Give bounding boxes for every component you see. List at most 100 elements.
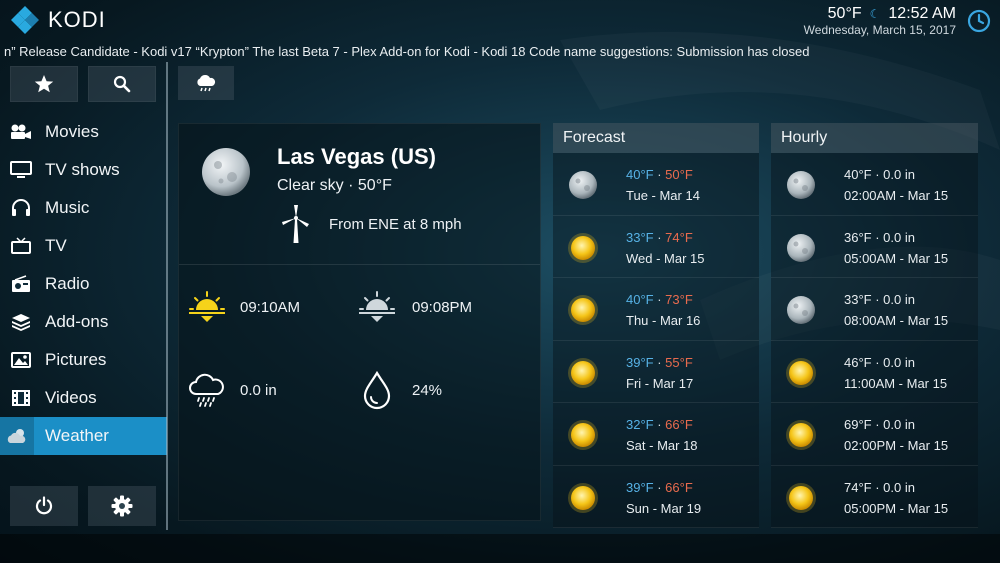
forecast-low-temp: 40°F xyxy=(626,167,654,182)
kodi-logo-icon xyxy=(11,6,39,34)
forecast-row[interactable]: 40°F · 73°F Thu - Mar 16 xyxy=(553,278,759,341)
status-temperature: 50°F xyxy=(827,5,862,22)
hourly-temp-precip: 69°F · 0.0 in xyxy=(844,417,915,432)
sidebar-item-music[interactable]: Music xyxy=(0,189,167,227)
power-icon xyxy=(35,496,53,515)
forecast-low-temp: 39°F xyxy=(626,354,654,370)
sidebar-item-radio[interactable]: Radio xyxy=(0,265,167,303)
refresh-weather-button[interactable] xyxy=(178,66,234,100)
sidebar-item-label: TV xyxy=(45,236,67,255)
tv-shows-icon xyxy=(10,160,32,180)
sidebar-item-label: Videos xyxy=(45,388,97,407)
separator: · xyxy=(653,479,666,495)
hourly-row[interactable]: 46°F · 0.0 in 11:00AM - Mar 15 xyxy=(771,341,978,403)
favourites-button[interactable] xyxy=(10,66,78,102)
weather-icon xyxy=(0,417,34,455)
sun-icon xyxy=(568,295,598,325)
current-weather-panel: Las Vegas (US) Clear sky · 50°F From ENE… xyxy=(178,123,541,521)
sun-icon xyxy=(786,357,816,388)
sidebar-item-movies[interactable]: Movies xyxy=(0,113,167,151)
addons-icon xyxy=(10,312,32,332)
moon-icon xyxy=(787,171,815,199)
hourly-temp-precip: 36°F · 0.0 in xyxy=(844,229,915,245)
forecast-high-temp: 73°F xyxy=(665,292,693,307)
panel-divider xyxy=(179,264,540,265)
hourly-row[interactable]: 33°F · 0.0 in 08:00AM - Mar 15 xyxy=(771,278,978,341)
forecast-row[interactable]: 39°F · 66°F Sun - Mar 19 xyxy=(553,466,759,528)
precipitation-value: 0.0 in xyxy=(240,382,277,399)
hourly-row[interactable]: 74°F · 0.0 in 05:00PM - Mar 15 xyxy=(771,466,978,528)
sidebar-item-tv[interactable]: TV xyxy=(0,227,167,265)
forecast-temps: 39°F · 66°F xyxy=(626,480,693,495)
hourly-time: 05:00PM - Mar 15 xyxy=(844,500,949,516)
sidebar-item-videos[interactable]: Videos xyxy=(0,379,167,417)
separator: · xyxy=(653,167,666,182)
main-menu: Movies TV shows Music TV Radio Add-ons P… xyxy=(0,113,167,455)
star-icon xyxy=(34,75,54,93)
sidebar: Movies TV shows Music TV Radio Add-ons P… xyxy=(0,62,167,532)
settings-button[interactable] xyxy=(88,486,156,526)
forecast-row[interactable]: 40°F · 50°F Tue - Mar 14 xyxy=(553,153,759,216)
forecast-high-temp: 50°F xyxy=(665,167,693,182)
kodi-logo[interactable]: KODI xyxy=(10,5,106,35)
sidebar-item-pictures[interactable]: Pictures xyxy=(0,341,167,379)
status-time: 12:52 AM xyxy=(888,5,956,22)
forecast-row[interactable]: 33°F · 74°F Wed - Mar 15 xyxy=(553,216,759,278)
forecast-high-temp: 66°F xyxy=(665,479,693,495)
forecast-header: Forecast xyxy=(553,123,759,153)
hourly-temp-precip: 46°F · 0.0 in xyxy=(844,354,915,370)
humidity-value: 24% xyxy=(412,382,443,399)
sunrise-time: 09:10AM xyxy=(240,299,301,316)
forecast-low-temp: 40°F xyxy=(626,292,654,307)
sidebar-item-weather[interactable]: Weather xyxy=(0,417,167,455)
forecast-row[interactable]: 39°F · 55°F Fri - Mar 17 xyxy=(553,341,759,403)
forecast-row[interactable]: 32°F · 66°F Sat - Mar 18 xyxy=(553,403,759,466)
sidebar-item-label: Pictures xyxy=(45,350,107,369)
videos-icon xyxy=(10,388,32,408)
sidebar-item-label: Add-ons xyxy=(45,312,109,331)
sidebar-item-label: Music xyxy=(45,198,90,217)
separator: · xyxy=(653,229,666,245)
forecast-day: Tue - Mar 14 xyxy=(626,188,700,203)
news-ticker: n” Release Candidate - Kodi v17 “Krypton… xyxy=(4,44,810,59)
hourly-time: 05:00AM - Mar 15 xyxy=(844,250,949,266)
gear-icon xyxy=(111,495,133,517)
sidebar-item-tv-shows[interactable]: TV shows xyxy=(0,151,167,189)
rain-cloud-icon xyxy=(189,373,224,407)
separator: · xyxy=(653,354,666,370)
city-name: Las Vegas (US) xyxy=(277,144,436,169)
hourly-temp-precip: 74°F · 0.0 in xyxy=(844,479,915,495)
forecast-day: Thu - Mar 16 xyxy=(626,313,701,328)
hourly-temp-precip: 33°F · 0.0 in xyxy=(844,292,915,307)
search-button[interactable] xyxy=(88,66,156,102)
moon-icon xyxy=(202,148,250,196)
movies-icon xyxy=(10,122,32,142)
sidebar-divider xyxy=(166,62,168,530)
forecast-low-temp: 39°F xyxy=(626,479,654,495)
clock-icon[interactable] xyxy=(967,9,991,33)
status-date: Wednesday, March 15, 2017 xyxy=(803,23,956,37)
forecast-temps: 40°F · 50°F xyxy=(626,167,693,182)
power-button[interactable] xyxy=(10,486,78,526)
hourly-row[interactable]: 69°F · 0.0 in 02:00PM - Mar 15 xyxy=(771,403,978,466)
night-moon-icon: ☾ xyxy=(869,7,881,21)
hourly-row[interactable]: 40°F · 0.0 in 02:00AM - Mar 15 xyxy=(771,153,978,216)
hourly-panel: Hourly 40°F · 0.0 in 02:00AM - Mar 15 36°F… xyxy=(771,123,978,528)
sidebar-item-label: Radio xyxy=(45,274,90,293)
hourly-time: 11:00AM - Mar 15 xyxy=(844,375,948,391)
forecast-high-temp: 74°F xyxy=(665,229,693,245)
forecast-temps: 39°F · 55°F xyxy=(626,355,693,370)
forecast-low-temp: 33°F xyxy=(626,229,654,245)
humidity-drop-icon xyxy=(363,370,391,410)
sun-icon xyxy=(568,420,598,450)
hourly-header: Hourly xyxy=(771,123,978,153)
headphones-icon xyxy=(10,198,32,218)
sidebar-item-addons[interactable]: Add-ons xyxy=(0,303,167,341)
forecast-day: Wed - Mar 15 xyxy=(626,250,705,266)
top-bar: KODI 50°F ☾ 12:52 AM Wednesday, March 15… xyxy=(0,0,1000,42)
current-condition: Clear sky · 50°F xyxy=(277,177,392,194)
forecast-low-temp: 32°F xyxy=(626,417,654,432)
hourly-row[interactable]: 36°F · 0.0 in 05:00AM - Mar 15 xyxy=(771,216,978,278)
moon-icon xyxy=(787,296,815,324)
forecast-panel: Forecast 40°F · 50°F Tue - Mar 14 33°F · 7… xyxy=(553,123,759,528)
